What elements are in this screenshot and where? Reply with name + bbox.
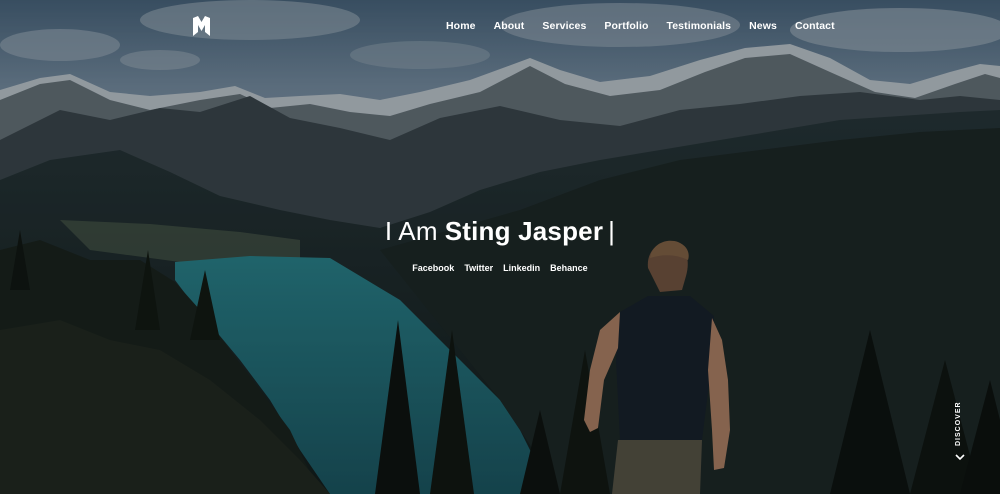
social-links: Facebook Twitter Linkedin Behance — [0, 263, 1000, 273]
social-link-linkedin[interactable]: Linkedin — [503, 263, 540, 273]
social-link-facebook[interactable]: Facebook — [412, 263, 454, 273]
social-link-twitter[interactable]: Twitter — [464, 263, 493, 273]
discover-button[interactable]: DISCOVER — [953, 401, 969, 461]
typing-cursor: | — [608, 216, 616, 246]
main-navigation: Home About Services Portfolio Testimonia… — [446, 20, 835, 32]
nav-item-news[interactable]: News — [749, 20, 777, 32]
hero-section: Home About Services Portfolio Testimonia… — [0, 0, 1000, 494]
nav-item-portfolio[interactable]: Portfolio — [604, 20, 648, 32]
chevron-down-icon — [955, 454, 965, 461]
hero-headline: I Am Sting Jasper | — [0, 216, 1000, 247]
nav-item-about[interactable]: About — [494, 20, 525, 32]
m-letter-logo-icon[interactable] — [193, 16, 210, 36]
headline-name: Sting Jasper — [444, 216, 604, 246]
nav-item-home[interactable]: Home — [446, 20, 476, 32]
dark-overlay — [0, 0, 1000, 494]
social-link-behance[interactable]: Behance — [550, 263, 588, 273]
nav-item-contact[interactable]: Contact — [795, 20, 835, 32]
nav-item-services[interactable]: Services — [542, 20, 586, 32]
headline-prefix: I Am — [384, 216, 438, 246]
discover-label: DISCOVER — [955, 401, 962, 446]
nav-item-testimonials[interactable]: Testimonials — [666, 20, 731, 32]
